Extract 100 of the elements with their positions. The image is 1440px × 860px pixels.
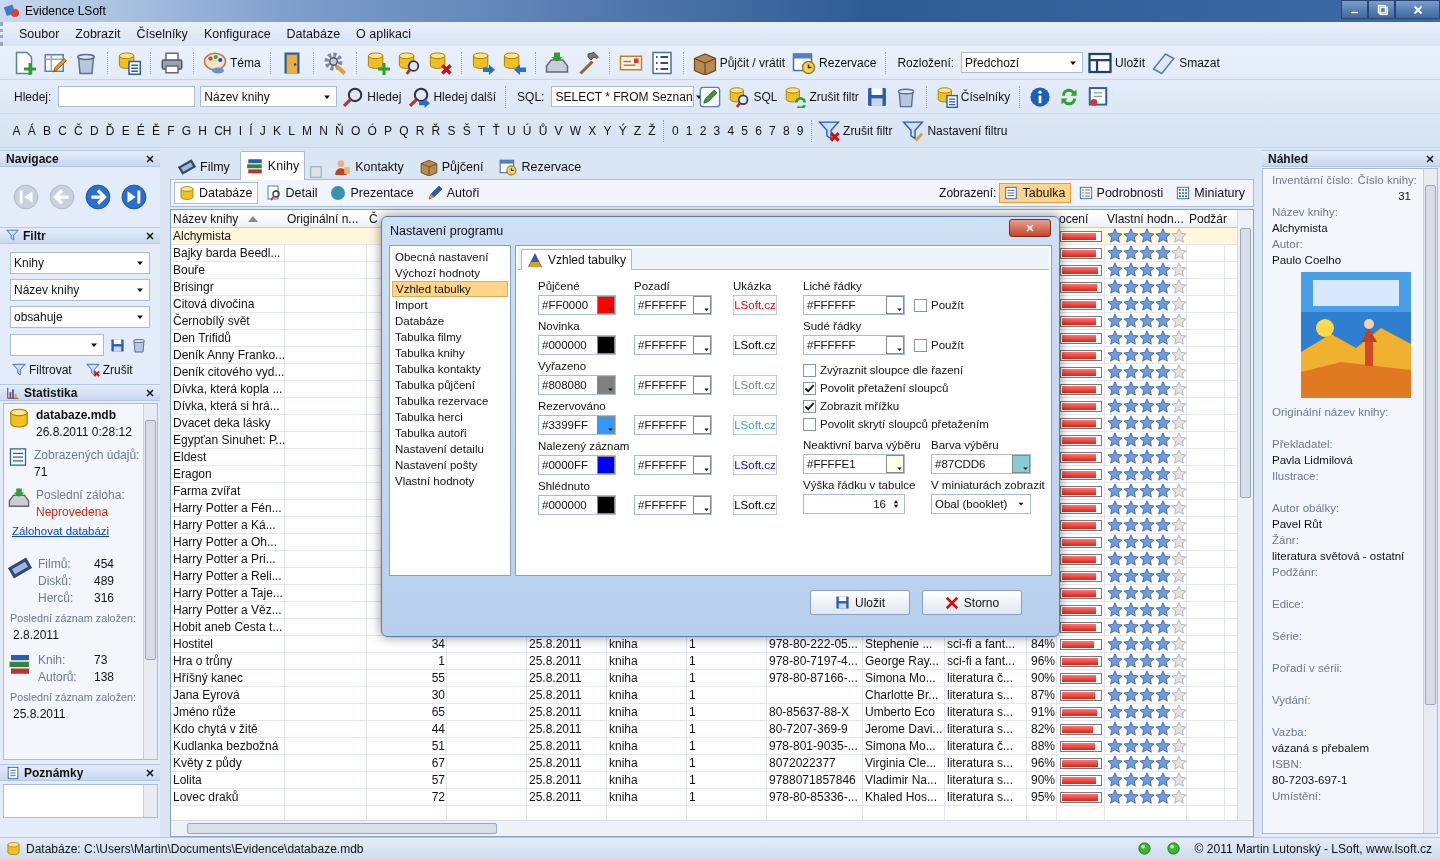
number-field[interactable]: 16	[803, 494, 905, 514]
list-item[interactable]: Tabulka filmy	[392, 329, 508, 345]
list-item[interactable]: Tabulka kontakty	[392, 361, 508, 377]
printer-icon[interactable]	[160, 50, 184, 75]
letter-button[interactable]: Á	[24, 121, 40, 140]
letter-button[interactable]: B	[39, 121, 55, 140]
dropdown[interactable]: Obal (booklet)	[931, 494, 1031, 514]
database-list-icon[interactable]	[117, 50, 141, 75]
save-button[interactable]: Uložit	[810, 590, 910, 615]
letter-button[interactable]: Ě	[148, 121, 164, 140]
delete-layout-button[interactable]: Smazat	[1150, 48, 1222, 77]
letter-button[interactable]: Y	[599, 121, 616, 140]
list-item[interactable]: Tabulka půjčení	[392, 377, 508, 393]
menu-item[interactable]: Soubor	[11, 24, 68, 44]
database-search-icon[interactable]	[396, 50, 421, 75]
close-icon[interactable]	[144, 229, 156, 242]
search-field[interactable]	[58, 86, 196, 107]
color-field[interactable]: #3399FF	[538, 415, 616, 435]
checkbox[interactable]	[803, 381, 816, 395]
tab[interactable]: Rezervace	[493, 154, 588, 179]
filter-button[interactable]: Filtrovat	[12, 363, 72, 377]
tab[interactable]: Prezentace	[325, 182, 419, 204]
cancel-button[interactable]: Storno	[922, 590, 1022, 615]
list-item[interactable]: Tabulka herci	[392, 409, 508, 425]
edit-icon[interactable]	[699, 85, 722, 108]
search-next-button[interactable]: Hledej další	[406, 83, 499, 110]
tab[interactable]: Knihy	[239, 151, 306, 180]
database-export-icon[interactable]	[501, 50, 526, 75]
list-item[interactable]: Tabulka autoři	[392, 425, 508, 441]
letter-button[interactable]: R	[412, 121, 428, 140]
letter-button[interactable]: L	[284, 121, 299, 140]
drive-icon[interactable]	[544, 50, 569, 75]
color-field[interactable]: #FFFFFF	[634, 415, 712, 435]
clear-filter-button[interactable]: Zrušit	[85, 363, 133, 377]
letter-button[interactable]: Ř	[428, 121, 444, 140]
letter-button[interactable]: J	[256, 121, 270, 140]
letter-button[interactable]: F	[163, 121, 179, 140]
letter-button[interactable]: O	[347, 121, 364, 140]
settings-icon[interactable]	[322, 50, 347, 75]
checkbox[interactable]	[914, 298, 927, 312]
checkbox[interactable]	[803, 417, 816, 431]
color-field[interactable]: #0000FF	[538, 455, 616, 475]
search-button[interactable]: Hledej	[340, 83, 404, 110]
letter-button[interactable]: Z	[630, 121, 645, 140]
tab[interactable]: Vzhled tabulky	[521, 249, 633, 270]
color-field[interactable]: #FFFFFF	[634, 295, 712, 315]
horizontal-scrollbar[interactable]	[171, 820, 1253, 837]
list-item[interactable]: Výchozí hodnoty	[392, 265, 508, 281]
checkbox[interactable]	[803, 363, 816, 377]
letter-button[interactable]: A	[9, 121, 25, 140]
database-delete-icon[interactable]	[427, 50, 452, 75]
catalogs-button[interactable]: Číselníky	[933, 83, 1013, 110]
color-field[interactable]: #FFFFFF	[803, 295, 905, 315]
color-field[interactable]: #FFFFFF	[634, 455, 712, 475]
list-item[interactable]: Tabulka knihy	[392, 345, 508, 361]
color-field[interactable]: #FF0000	[538, 295, 616, 315]
letter-button[interactable]: Ď	[102, 121, 119, 140]
list-item[interactable]: Tabulka rezervace	[392, 393, 508, 409]
trash-icon[interactable]	[131, 337, 147, 353]
vertical-scrollbar[interactable]	[1237, 210, 1253, 821]
close-icon[interactable]	[144, 152, 156, 165]
view-button[interactable]: Miniatury	[1171, 183, 1250, 203]
letter-button[interactable]: W	[566, 121, 585, 140]
color-field[interactable]: #87CDD6	[931, 454, 1031, 474]
letter-button[interactable]: N	[315, 121, 332, 140]
list-item[interactable]: Nastavení detailu	[392, 441, 508, 457]
letter-button[interactable]: Š	[459, 121, 475, 140]
letter-button[interactable]: Í	[245, 121, 257, 140]
dropdown[interactable]: obsahuje	[10, 306, 150, 328]
vertical-scrollbar[interactable]	[143, 404, 157, 759]
digit-button[interactable]: 9	[793, 121, 808, 140]
clear-filter-button[interactable]: Zrušit filtr	[782, 83, 861, 110]
save-icon[interactable]	[110, 337, 125, 353]
last-record-icon[interactable]	[121, 184, 147, 210]
clear-filter-button[interactable]: Zrušit filtr	[816, 117, 895, 144]
numbered-list-icon[interactable]	[649, 50, 674, 75]
letter-button[interactable]: Ň	[331, 121, 348, 140]
letter-button[interactable]: Ú	[519, 121, 536, 140]
close-icon[interactable]	[144, 766, 156, 779]
column-header[interactable]: Podžár	[1189, 210, 1228, 227]
letter-button[interactable]: Ů	[535, 121, 551, 140]
column-header[interactable]: Název knihy	[173, 210, 239, 227]
list-item[interactable]: Nastavení pošty	[392, 457, 508, 473]
list-item[interactable]: Vlastní hodnoty	[392, 473, 508, 489]
letter-button[interactable]: S	[443, 121, 460, 140]
letter-button[interactable]: C	[54, 121, 71, 140]
color-field[interactable]: #FFFFFF	[634, 375, 712, 395]
menu-item[interactable]: Číselníky	[128, 24, 196, 44]
color-field[interactable]: #FFFFFF	[803, 335, 905, 355]
dropdown[interactable]: Název knihy	[10, 279, 150, 301]
letter-button[interactable]: T	[474, 121, 489, 140]
digit-button[interactable]: 8	[779, 121, 794, 140]
letter-button[interactable]: E	[118, 121, 134, 140]
tab[interactable]: Filmy	[172, 154, 236, 179]
letter-button[interactable]: H	[194, 121, 211, 140]
color-field[interactable]: #808080	[538, 375, 616, 395]
letter-button[interactable]: U	[503, 121, 520, 140]
letter-button[interactable]: É	[133, 121, 149, 140]
digit-button[interactable]: 0	[668, 121, 683, 140]
view-button[interactable]: Podrobnosti	[1073, 183, 1169, 203]
